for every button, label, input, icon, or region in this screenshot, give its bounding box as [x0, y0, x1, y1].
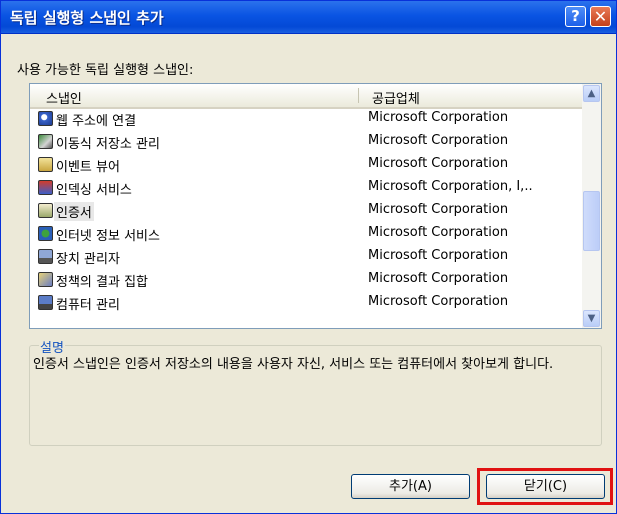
certificate-icon [38, 203, 53, 218]
list-item[interactable]: 인덱싱 서비스 Microsoft Corporation, I,.. [30, 176, 582, 199]
list-item-vendor: Microsoft Corporation [368, 271, 509, 286]
column-header-snapin[interactable]: 스냅인 [46, 88, 82, 107]
removable-storage-icon [38, 134, 53, 149]
event-viewer-icon [38, 157, 53, 172]
list-item-vendor: Microsoft Corporation [368, 248, 509, 263]
list-item-vendor: Microsoft Corporation [368, 202, 509, 217]
list-item[interactable]: 장치 관리자 Microsoft Corporation [30, 245, 582, 268]
list-item-name: 인덱싱 서비스 [56, 183, 132, 198]
scroll-down-button[interactable]: ▼ [583, 310, 600, 327]
web-link-icon [38, 111, 53, 126]
list-item-name: 이동식 저장소 관리 [56, 137, 160, 152]
add-standalone-snapin-dialog: 독립 실행형 스냅인 추가 ? ✕ 사용 가능한 독립 실행형 스냅인: 스냅인… [0, 0, 617, 514]
close-button-highlight [477, 468, 613, 505]
help-button[interactable]: ? [565, 6, 586, 27]
rsop-icon [38, 272, 53, 287]
chevron-down-icon: ▼ [587, 313, 596, 324]
list-item-vendor: Microsoft Corporation, I,.. [368, 179, 533, 194]
title-bar[interactable]: 독립 실행형 스냅인 추가 ? ✕ [1, 1, 616, 34]
add-button[interactable]: 추가(A) [351, 474, 470, 499]
column-header-vendor[interactable]: 공급업체 [372, 88, 420, 107]
available-snapins-label: 사용 가능한 독립 실행형 스냅인: [17, 63, 194, 78]
list-item[interactable]: 정책의 결과 집합 Microsoft Corporation [30, 268, 582, 291]
list-item-name: 인터넷 정보 서비스 [56, 229, 160, 244]
list-item[interactable]: 웹 주소에 연결 Microsoft Corporation [30, 107, 582, 130]
list-header: 스냅인 공급업체 [30, 84, 582, 109]
list-item-vendor: Microsoft Corporation [368, 110, 509, 125]
close-icon: ✕ [593, 7, 608, 26]
column-divider[interactable] [358, 88, 359, 103]
list-item-name: 정책의 결과 집합 [56, 275, 148, 290]
list-item-name: 웹 주소에 연결 [56, 114, 137, 129]
close-window-button[interactable]: ✕ [590, 6, 611, 27]
list-item-vendor: Microsoft Corporation [368, 225, 509, 240]
list-item-vendor: Microsoft Corporation [368, 294, 509, 309]
list-item-name: 컴퓨터 관리 [56, 298, 120, 313]
description-text: 인증서 스냅인은 인증서 저장소의 내용을 사용자 자신, 서비스 또는 컴퓨터… [33, 357, 554, 372]
list-item-name: 인증서 [54, 202, 94, 221]
list-item[interactable]: 컴퓨터 관리 Microsoft Corporation [30, 291, 582, 314]
device-manager-icon [38, 249, 53, 264]
iis-icon [38, 226, 53, 241]
computer-management-icon [38, 295, 53, 310]
list-item-vendor: Microsoft Corporation [368, 156, 509, 171]
window-title: 독립 실행형 스냅인 추가 [10, 9, 164, 27]
list-item-name: 장치 관리자 [56, 252, 120, 267]
scrollbar-thumb[interactable] [583, 191, 600, 251]
chevron-up-icon: ▲ [587, 88, 596, 99]
list-item-vendor: Microsoft Corporation [368, 133, 509, 148]
list-item-name: 이벤트 뷰어 [56, 160, 120, 175]
snapin-list[interactable]: 스냅인 공급업체 웹 주소에 연결 Microsoft Corporation … [29, 83, 602, 329]
vertical-scrollbar[interactable]: ▲ ▼ [582, 84, 601, 328]
indexing-service-icon [38, 180, 53, 195]
list-item[interactable]: 이동식 저장소 관리 Microsoft Corporation [30, 130, 582, 153]
help-icon: ? [571, 7, 580, 25]
list-item[interactable]: 인터넷 정보 서비스 Microsoft Corporation [30, 222, 582, 245]
list-item-selected[interactable]: 인증서 Microsoft Corporation [30, 199, 582, 222]
scroll-up-button[interactable]: ▲ [583, 85, 600, 102]
list-item[interactable]: 이벤트 뷰어 Microsoft Corporation [30, 153, 582, 176]
description-label: 설명 [39, 337, 65, 356]
